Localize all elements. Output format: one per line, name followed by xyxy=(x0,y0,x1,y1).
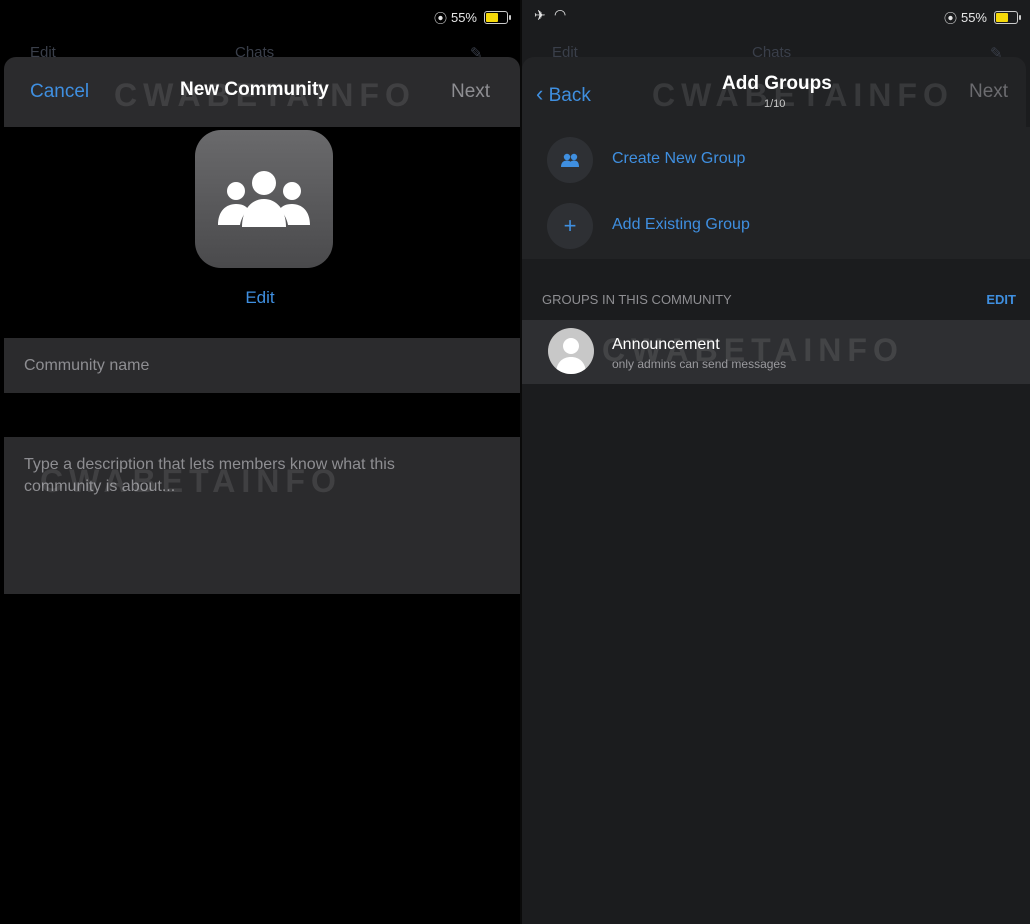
group-subtitle: only admins can send messages xyxy=(612,357,787,371)
status-right: ⦿ 55% xyxy=(433,8,511,27)
back-label: Back xyxy=(548,85,591,106)
add-existing-group-label: Add Existing Group xyxy=(612,216,750,233)
nav-bar-right: ‹ Back Add Groups 1/10 Next CWABETAINFO xyxy=(522,57,1026,127)
airplane-icon: ✈ xyxy=(534,7,546,23)
add-groups-screen: ✈ ◠ ⦿ 55% Edit Chats ✎ ‹ Back Add Groups… xyxy=(522,0,1030,924)
page-title-right: Add Groups xyxy=(722,73,832,94)
community-description-placeholder: Type a description that lets members kno… xyxy=(24,456,395,495)
battery-icon xyxy=(484,11,511,24)
new-community-screen: ⦿ 55% Edit Chats ✎ Cancel New Community … xyxy=(0,0,520,924)
community-icon xyxy=(218,171,310,227)
edit-photo-link[interactable]: Edit xyxy=(0,288,520,308)
battery-percent: 55% xyxy=(450,10,477,25)
section-header: GROUPS IN THIS COMMUNITY xyxy=(542,292,732,307)
battery-icon-2 xyxy=(994,11,1021,24)
add-existing-group-row[interactable]: + Add Existing Group xyxy=(522,193,1030,259)
chevron-left-icon: ‹ xyxy=(536,81,544,106)
background-chats-header-2: Edit Chats ✎ xyxy=(522,28,1030,62)
wifi-icon: ◠ xyxy=(554,6,567,22)
cancel-button[interactable]: Cancel xyxy=(30,81,89,103)
group-name: Announcement xyxy=(612,336,720,353)
status-right-2: ⦿ 55% xyxy=(943,8,1021,27)
status-bar-right: ✈ ◠ ⦿ 55% xyxy=(522,0,1030,28)
back-button[interactable]: ‹ Back xyxy=(536,81,591,107)
nav-bar: Cancel New Community Next CWABETAINFO xyxy=(4,57,520,127)
create-new-group-row[interactable]: Create New Group xyxy=(522,127,1030,193)
community-photo-button[interactable] xyxy=(195,130,333,268)
status-bar: ⦿ 55% xyxy=(0,0,520,28)
create-new-group-label: Create New Group xyxy=(612,150,746,167)
next-button-right[interactable]: Next xyxy=(969,81,1008,103)
next-button[interactable]: Next xyxy=(451,81,490,103)
community-description-field[interactable]: Type a description that lets members kno… xyxy=(4,437,520,594)
community-name-field[interactable]: Community name xyxy=(4,338,520,393)
location-icon: ⦿ xyxy=(433,11,447,26)
section-edit-button[interactable]: EDIT xyxy=(986,292,1016,307)
community-name-placeholder: Community name xyxy=(24,357,150,374)
group-row-announcement[interactable]: Announcement only admins can send messag… xyxy=(522,320,1030,384)
avatar xyxy=(548,328,594,374)
page-title: New Community xyxy=(180,79,329,100)
battery-percent-2: 55% xyxy=(960,10,987,25)
location-icon-2: ⦿ xyxy=(943,11,957,26)
plus-icon: + xyxy=(547,203,593,249)
people-icon xyxy=(547,137,593,183)
background-chats-header: Edit Chats ✎ xyxy=(0,28,520,62)
group-count: 1/10 xyxy=(764,98,786,110)
